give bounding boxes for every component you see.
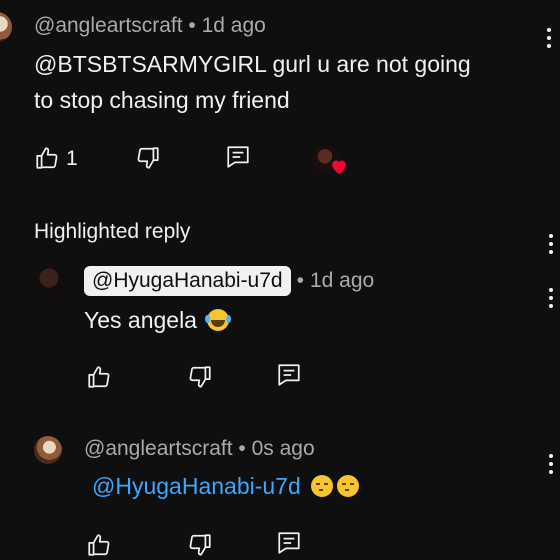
reply-avatar[interactable] <box>34 436 62 464</box>
reply-text: Yes angela <box>84 302 230 338</box>
reply-icon[interactable] <box>276 362 302 388</box>
thumbs-up-icon[interactable] <box>86 532 112 558</box>
dot-separator: • <box>188 14 196 37</box>
reply-icon[interactable] <box>276 530 302 556</box>
laughing-emoji-icon <box>205 309 230 331</box>
expressionless-emoji-icon <box>337 475 360 497</box>
reply-avatar[interactable] <box>34 266 64 296</box>
reply-text-content: Yes angela <box>84 307 197 333</box>
creator-heart-icon <box>330 158 348 175</box>
thumbs-down-icon[interactable] <box>187 364 213 390</box>
dot-separator: • <box>238 437 246 460</box>
mention-link[interactable]: @HyugaHanabi-u7d <box>92 473 301 499</box>
like-count: 1 <box>66 147 78 170</box>
reply-icon[interactable] <box>225 144 251 170</box>
highlighted-author-chip[interactable]: @HyugaHanabi-u7d <box>84 266 291 296</box>
thumbs-down-icon[interactable] <box>135 145 161 171</box>
comment-text-line: to stop chasing my friend <box>34 87 290 113</box>
reply-header: @HyugaHanabi-u7d • 1d ago <box>84 266 374 296</box>
author-name[interactable]: @angleartscraft <box>84 437 233 460</box>
comment-text-line: @BTSBTSARMYGIRL gurl u are not going <box>34 51 471 77</box>
more-options-icon[interactable] <box>547 28 553 48</box>
reply-header: @angleartscraft • 0s ago <box>84 437 315 461</box>
timestamp[interactable]: 1d ago <box>202 14 266 37</box>
comment-header: @angleartscraft • 1d ago <box>34 14 266 38</box>
dot-separator: • <box>296 269 304 292</box>
more-options-icon[interactable] <box>549 234 555 254</box>
thumbs-down-icon[interactable] <box>187 532 213 558</box>
commenter-avatar[interactable] <box>0 12 12 42</box>
reply-text: @HyugaHanabi-u7d <box>92 468 360 504</box>
more-options-icon[interactable] <box>549 454 555 474</box>
thumbs-up-icon[interactable] <box>34 145 60 171</box>
comment-text: @BTSBTSARMYGIRL gurl u are not going to … <box>34 46 544 118</box>
more-options-icon[interactable] <box>549 288 555 308</box>
timestamp[interactable]: 0s ago <box>252 437 315 460</box>
timestamp[interactable]: 1d ago <box>310 269 374 293</box>
expressionless-emoji-icon <box>311 475 334 497</box>
thumbs-up-icon[interactable] <box>86 364 112 390</box>
author-name[interactable]: @angleartscraft <box>34 14 183 37</box>
highlighted-reply-label: Highlighted reply <box>34 220 191 243</box>
